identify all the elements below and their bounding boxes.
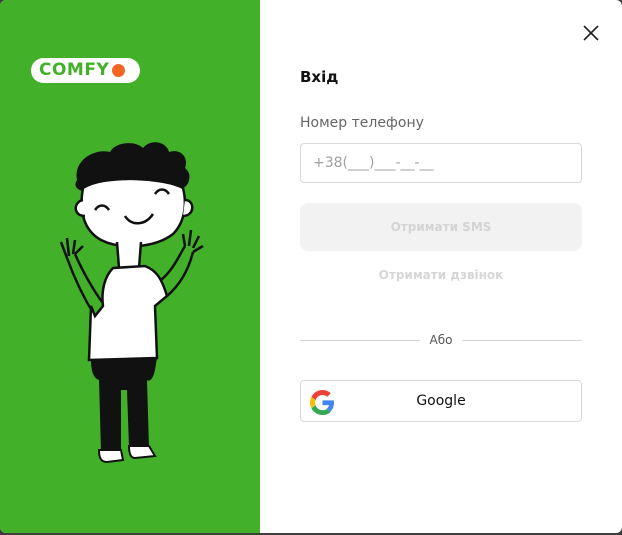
get-sms-button[interactable]: Отримати SMS bbox=[300, 203, 582, 251]
phone-input[interactable] bbox=[300, 143, 582, 183]
get-call-link[interactable]: Отримати дзвінок bbox=[300, 268, 582, 282]
brand-panel: COMFY bbox=[0, 0, 260, 533]
logo-text: COMFY bbox=[39, 60, 110, 80]
login-form-panel: Вхід Номер телефону Отримати SMS Отримат… bbox=[260, 0, 622, 533]
divider-line-left bbox=[300, 339, 420, 341]
close-icon[interactable] bbox=[582, 24, 600, 42]
login-modal: COMFY Вхід Номер телефону +38(___)___-__… bbox=[0, 0, 622, 533]
google-button-label: Google bbox=[416, 393, 466, 409]
google-login-button[interactable]: Google bbox=[300, 380, 582, 422]
google-icon bbox=[310, 390, 335, 415]
divider-text: Або bbox=[429, 333, 453, 347]
phone-label: Номер телефону bbox=[300, 115, 424, 131]
waving-person-illustration bbox=[59, 142, 204, 464]
login-title: Вхід bbox=[300, 68, 339, 86]
divider-line-right bbox=[462, 339, 583, 341]
logo-dot bbox=[112, 64, 126, 77]
comfy-logo: COMFY bbox=[31, 58, 140, 83]
or-divider: Або bbox=[300, 332, 583, 348]
